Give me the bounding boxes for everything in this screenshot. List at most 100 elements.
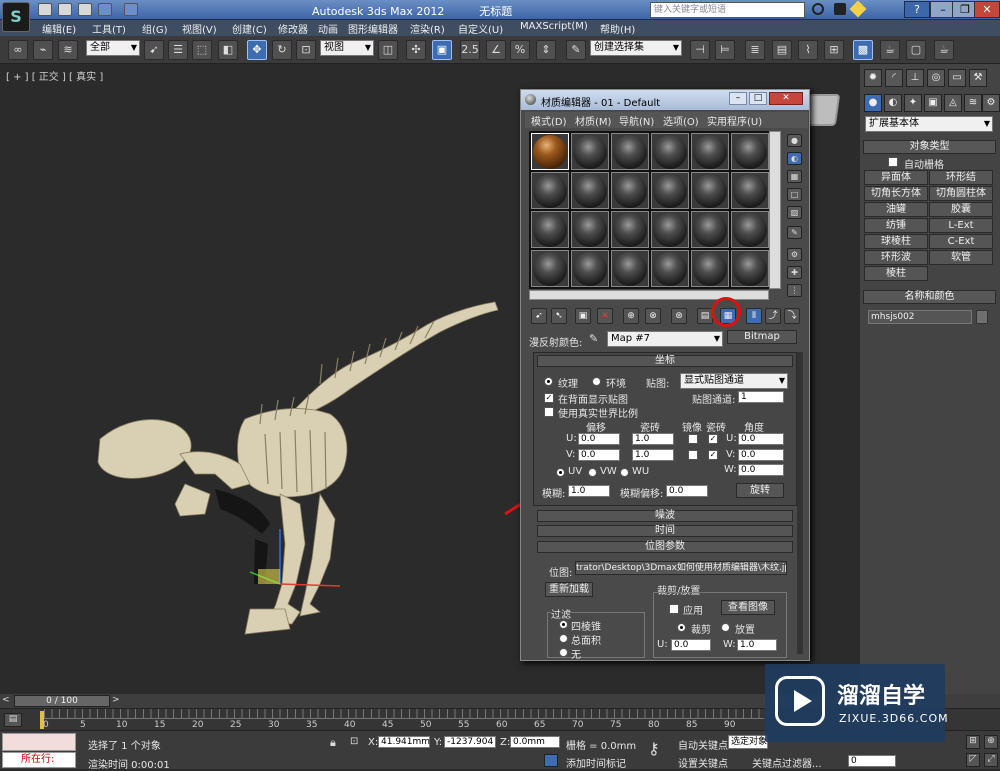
sample-slot[interactable] [531, 211, 569, 248]
sample-slot[interactable] [731, 172, 769, 209]
shapes-icon[interactable]: ◐ [884, 94, 902, 112]
noise-rollout-header[interactable]: 噪波 [537, 510, 793, 522]
v-offset-spinner[interactable]: 0.0 [578, 449, 620, 461]
capsule-button[interactable]: 胶囊 [929, 202, 993, 217]
hose-button[interactable]: 软管 [929, 250, 993, 265]
helpers-icon[interactable]: ◬ [944, 94, 962, 112]
mw-menu-options[interactable]: 选项(O) [663, 113, 699, 128]
options-icon[interactable]: ⚙ [787, 248, 802, 261]
frame-indicator[interactable]: 0 / 100 [14, 695, 110, 707]
mw-minimize-button[interactable]: – [729, 92, 747, 105]
show-end-result-icon[interactable]: ⫴ [746, 308, 762, 324]
category-dropdown[interactable]: 扩展基本体 [865, 116, 993, 132]
menu-help[interactable]: 帮助(H) [600, 21, 635, 36]
lock-icon[interactable]: 🔒︎ [330, 736, 342, 749]
material-editor-titlebar[interactable]: 材质编辑器 - 01 - Default – □ ✕ [521, 90, 809, 110]
uv-tiling-icon[interactable]: □ [787, 188, 802, 201]
mw-menu-utilities[interactable]: 实用程序(U) [707, 113, 762, 128]
make-preview-icon[interactable]: ✎ [787, 226, 802, 239]
motion-tab-icon[interactable]: ◎ [927, 69, 945, 87]
u-offset-spinner[interactable]: 0.0 [578, 433, 620, 445]
go-to-parent-icon[interactable]: ⤴ [765, 308, 781, 324]
rendered-frame-icon[interactable]: ▢ [906, 40, 926, 60]
select-by-name-icon[interactable]: ☰ [168, 40, 188, 60]
x-coord-field[interactable]: 41.941mm [378, 736, 430, 748]
rotate-button[interactable]: 旋转 [736, 483, 784, 498]
crop-u-spinner[interactable]: 0.0 [671, 639, 711, 651]
curve-editor-icon[interactable]: ⌇ [798, 40, 818, 60]
hierarchy-tab-icon[interactable]: ⊥ [906, 69, 924, 87]
sample-slot[interactable] [611, 250, 649, 287]
crop-radio[interactable] [677, 623, 686, 632]
link-icon[interactable]: ∞ [8, 40, 28, 60]
field-of-view-icon[interactable]: ◸ [966, 753, 980, 767]
sample-slot[interactable] [611, 211, 649, 248]
z-coord-field[interactable]: 0.0mm [510, 736, 560, 748]
graphite-icon[interactable]: ▤ [772, 40, 792, 60]
put-to-library-icon[interactable]: ⊗ [645, 308, 661, 324]
align-icon[interactable]: ⊨ [715, 40, 735, 60]
mw-close-button[interactable]: ✕ [769, 92, 803, 105]
create-tab-icon[interactable]: ✹ [864, 69, 882, 87]
make-unique-icon[interactable]: ⊕ [623, 308, 639, 324]
sample-slot[interactable] [571, 250, 609, 287]
unlink-icon[interactable]: ⌁ [33, 40, 53, 60]
zoom-icon[interactable]: ⊕ [984, 735, 998, 749]
coordinates-header[interactable]: 坐标 [537, 355, 793, 367]
sample-slot[interactable] [611, 172, 649, 209]
menu-tools[interactable]: 工具(T) [92, 21, 126, 36]
reload-button[interactable]: 重新加载 [545, 582, 593, 597]
sample-slot[interactable] [691, 133, 729, 170]
window-crossing-icon[interactable]: ◧ [218, 40, 238, 60]
selection-filter-dropdown[interactable]: 全部 [86, 40, 140, 56]
sample-slot[interactable] [571, 172, 609, 209]
maxscript-listener[interactable] [2, 733, 76, 751]
w-angle-spinner[interactable]: 0.0 [738, 464, 784, 476]
menu-customize[interactable]: 自定义(U) [458, 21, 503, 36]
key-icon[interactable]: ⚷ [648, 739, 660, 758]
rect-select-icon[interactable]: ⬚ [192, 40, 212, 60]
time-tag-icon[interactable] [544, 754, 558, 767]
selected-objects-dropdown[interactable]: 选定对象 [728, 735, 768, 749]
percent-snap-icon[interactable]: % [510, 40, 530, 60]
environ-radio[interactable] [592, 377, 601, 386]
tools-icon[interactable] [834, 3, 846, 15]
bitmap-params-header[interactable]: 位图参数 [537, 541, 793, 553]
modify-tab-icon[interactable]: ◜ [885, 69, 903, 87]
search-icon[interactable] [812, 3, 824, 15]
u-tile-checkbox[interactable]: ✓ [708, 434, 718, 444]
go-forward-sibling-icon[interactable]: ⤵ [784, 308, 800, 324]
cameras-icon[interactable]: ▣ [924, 94, 942, 112]
mirror-icon[interactable]: ⊣ [690, 40, 710, 60]
get-material-icon[interactable]: ➹ [531, 308, 547, 324]
pivot-center-icon[interactable]: ◫ [378, 40, 398, 60]
menu-maxscript[interactable]: MAXScript(M) [520, 21, 588, 32]
chamfer-box-button[interactable]: 切角长方体 [864, 186, 928, 201]
sample-type-icon[interactable]: ● [787, 134, 802, 147]
reset-map-icon[interactable]: ✕ [597, 308, 613, 324]
sample-slot[interactable] [651, 250, 689, 287]
oiltank-button[interactable]: 油罐 [864, 202, 928, 217]
sample-slot[interactable] [691, 250, 729, 287]
backlight-icon[interactable]: ◐ [787, 152, 802, 165]
mini-curve-editor-icon[interactable]: ▤ [4, 713, 22, 727]
wu-radio[interactable] [620, 468, 629, 477]
sample-slot[interactable] [651, 133, 689, 170]
l-ext-button[interactable]: L-Ext [929, 218, 993, 233]
scale-icon[interactable]: ⊡ [296, 40, 316, 60]
edit-named-sel-icon[interactable]: ✎ [566, 40, 586, 60]
search-input[interactable]: 键入关键字或短语 [650, 2, 805, 18]
object-name-input[interactable]: mhsjs002 [868, 310, 972, 324]
eyedropper-icon[interactable]: ✎ [589, 332, 601, 345]
snap-toggle-icon[interactable]: 2.5 [460, 40, 480, 60]
blur-offset-spinner[interactable]: 0.0 [666, 485, 708, 497]
close-button[interactable]: ✕ [974, 1, 1000, 18]
render-setup-icon[interactable]: ☕ [880, 40, 900, 60]
sample-slot[interactable] [691, 211, 729, 248]
background-icon[interactable]: ▦ [787, 170, 802, 183]
autogrid-checkbox[interactable] [888, 157, 898, 167]
undo-icon[interactable] [98, 3, 112, 16]
bind-spacewarp-icon[interactable]: ≋ [58, 40, 78, 60]
select-manipulate-icon[interactable]: ✣ [406, 40, 426, 60]
current-frame-field[interactable]: 0 [848, 755, 896, 767]
